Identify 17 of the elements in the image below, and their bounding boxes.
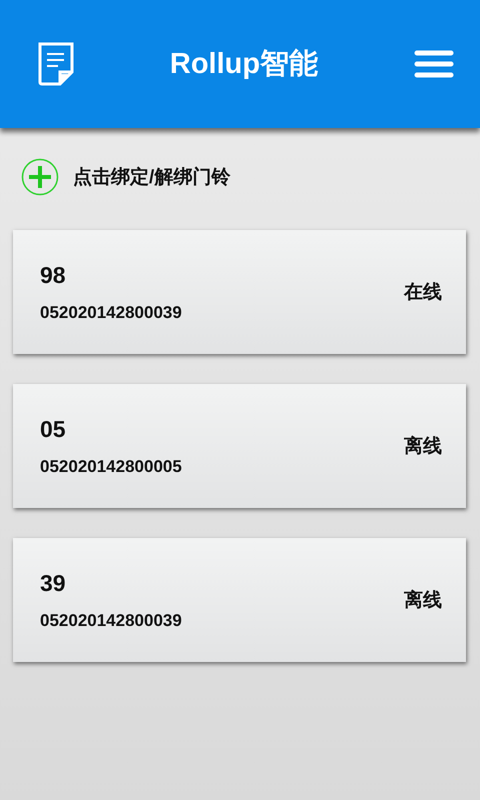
device-name: 39: [40, 570, 67, 596]
document-icon[interactable]: [38, 42, 74, 86]
device-card[interactable]: 05 052020142800005 离线: [13, 384, 466, 508]
device-status: 离线: [404, 434, 442, 459]
device-serial: 052020142800039: [40, 610, 182, 630]
bind-doorbell-button[interactable]: 点击绑定/解绑门铃: [21, 158, 230, 196]
device-card[interactable]: 39 052020142800039 离线: [13, 538, 466, 662]
app-title: Rollup智能: [170, 47, 318, 82]
device-serial: 052020142800039: [40, 302, 182, 322]
plus-icon: [21, 158, 59, 196]
device-status: 离线: [404, 588, 442, 613]
device-card[interactable]: 98 052020142800039 在线: [13, 230, 466, 354]
menu-icon[interactable]: [414, 50, 454, 78]
device-status: 在线: [404, 281, 442, 305]
device-name: 98: [40, 262, 67, 288]
device-name: 05: [40, 416, 67, 442]
device-serial: 052020142800005: [40, 456, 182, 476]
